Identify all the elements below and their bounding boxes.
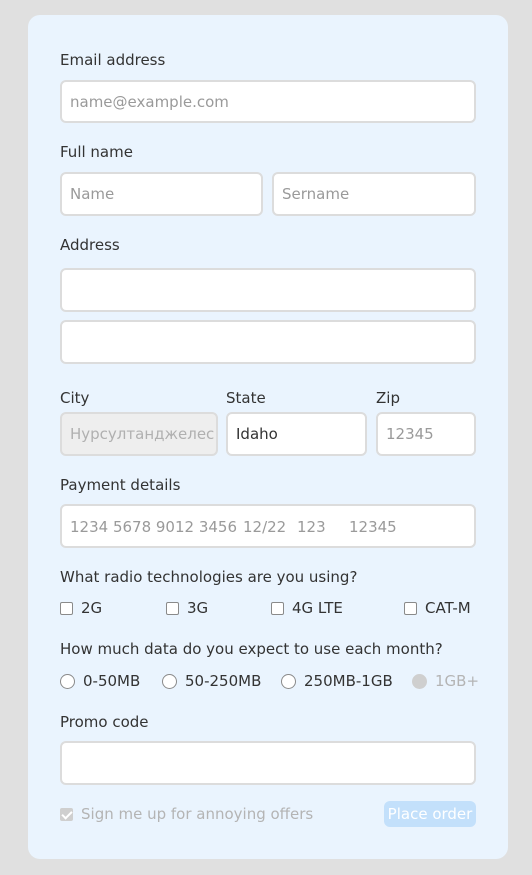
state-value: Idaho [236, 425, 278, 443]
checkbox-3g[interactable] [166, 601, 179, 615]
last-name-field[interactable]: Sername [272, 172, 476, 216]
tech-option-4g-lte[interactable]: 4G LTE [271, 599, 343, 617]
payment-zip-placeholder: 12345 [349, 518, 397, 536]
promo-label: Promo code [60, 713, 149, 731]
offers-label: Sign me up for annoying offers [81, 805, 314, 823]
usage-option-1gb-plus[interactable]: 1GB+ [412, 672, 479, 690]
first-name-field[interactable]: Name [60, 172, 263, 216]
tech-option-label: 4G LTE [292, 599, 343, 617]
usage-option-label: 50-250MB [185, 672, 262, 690]
payment-label: Payment details [60, 476, 181, 494]
cvc-placeholder: 123 [297, 518, 326, 536]
city-field[interactable]: Нурсултанджелес [60, 412, 218, 456]
usage-option-label: 1GB+ [435, 672, 480, 690]
email-field[interactable]: name@example.com [60, 80, 476, 123]
radio-250mb-1gb[interactable] [281, 673, 296, 689]
zip-placeholder: 12345 [386, 425, 434, 443]
first-name-placeholder: Name [70, 185, 115, 203]
last-name-placeholder: Sername [282, 185, 350, 203]
usage-option-label: 250MB-1GB [304, 672, 393, 690]
checkbox-2g[interactable] [60, 601, 73, 615]
place-order-button[interactable]: Place order [384, 801, 476, 827]
tech-option-label: 3G [187, 599, 209, 617]
tech-option-cat-m[interactable]: CAT-M [404, 599, 471, 617]
email-placeholder: name@example.com [70, 92, 229, 111]
radio-tech-question: What radio technologies are you using? [60, 568, 358, 586]
zip-field[interactable]: 12345 [376, 412, 476, 456]
offers-checkbox-row[interactable]: Sign me up for annoying offers [60, 805, 313, 823]
radio-1gb-plus[interactable] [412, 673, 427, 689]
expiry-placeholder: 12/22 [243, 518, 287, 536]
tech-option-label: 2G [81, 599, 103, 617]
payment-field[interactable]: 1234 5678 9012 3456 12/22 123 12345 [60, 504, 476, 548]
zip-label: Zip [376, 389, 400, 407]
state-field[interactable]: Idaho [226, 412, 367, 456]
tech-option-label: CAT-M [425, 599, 471, 617]
radio-50-250mb[interactable] [162, 673, 177, 689]
card-number-placeholder: 1234 5678 9012 3456 [70, 518, 237, 536]
address-line-2-field[interactable] [60, 320, 476, 364]
usage-option-0-50mb[interactable]: 0-50MB [60, 672, 140, 690]
address-line-1-field[interactable] [60, 268, 476, 312]
address-label: Address [60, 236, 120, 254]
radio-0-50mb[interactable] [60, 673, 75, 689]
city-label: City [60, 389, 90, 407]
usage-option-250mb-1gb[interactable]: 250MB-1GB [281, 672, 393, 690]
data-usage-question: How much data do you expect to use each … [60, 640, 443, 658]
offers-checkbox[interactable] [60, 807, 73, 821]
checkbox-cat-m[interactable] [404, 601, 417, 615]
usage-option-50-250mb[interactable]: 50-250MB [162, 672, 261, 690]
state-label: State [226, 389, 266, 407]
checkbox-4g-lte[interactable] [271, 601, 284, 615]
usage-option-label: 0-50MB [83, 672, 141, 690]
full-name-label: Full name [60, 143, 133, 161]
city-placeholder: Нурсултанджелес [70, 425, 215, 443]
tech-option-3g[interactable]: 3G [166, 599, 208, 617]
email-label: Email address [60, 51, 166, 69]
tech-option-2g[interactable]: 2G [60, 599, 102, 617]
promo-field[interactable] [60, 741, 476, 785]
